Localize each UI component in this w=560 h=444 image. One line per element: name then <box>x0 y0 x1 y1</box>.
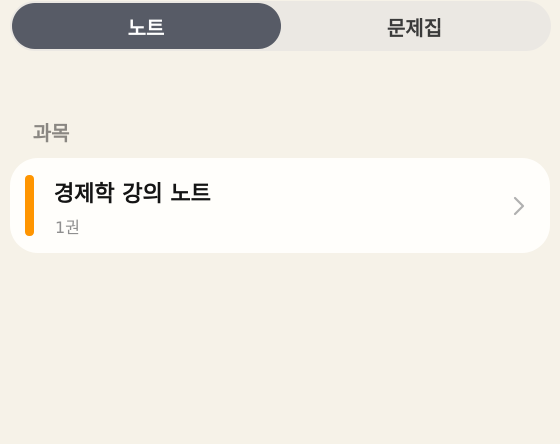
section-title-subjects: 과목 <box>33 121 70 145</box>
subject-count: 1권 <box>55 218 80 237</box>
chevron-right-icon <box>513 196 525 216</box>
segmented-control: 노트 문제집 <box>10 1 551 51</box>
subject-color-bar <box>25 175 34 236</box>
subject-title: 경제학 강의 노트 <box>54 182 211 207</box>
tab-question-bank[interactable]: 문제집 <box>281 3 550 49</box>
tab-notes[interactable]: 노트 <box>12 3 281 49</box>
subject-card[interactable]: 경제학 강의 노트 1권 <box>10 158 550 253</box>
